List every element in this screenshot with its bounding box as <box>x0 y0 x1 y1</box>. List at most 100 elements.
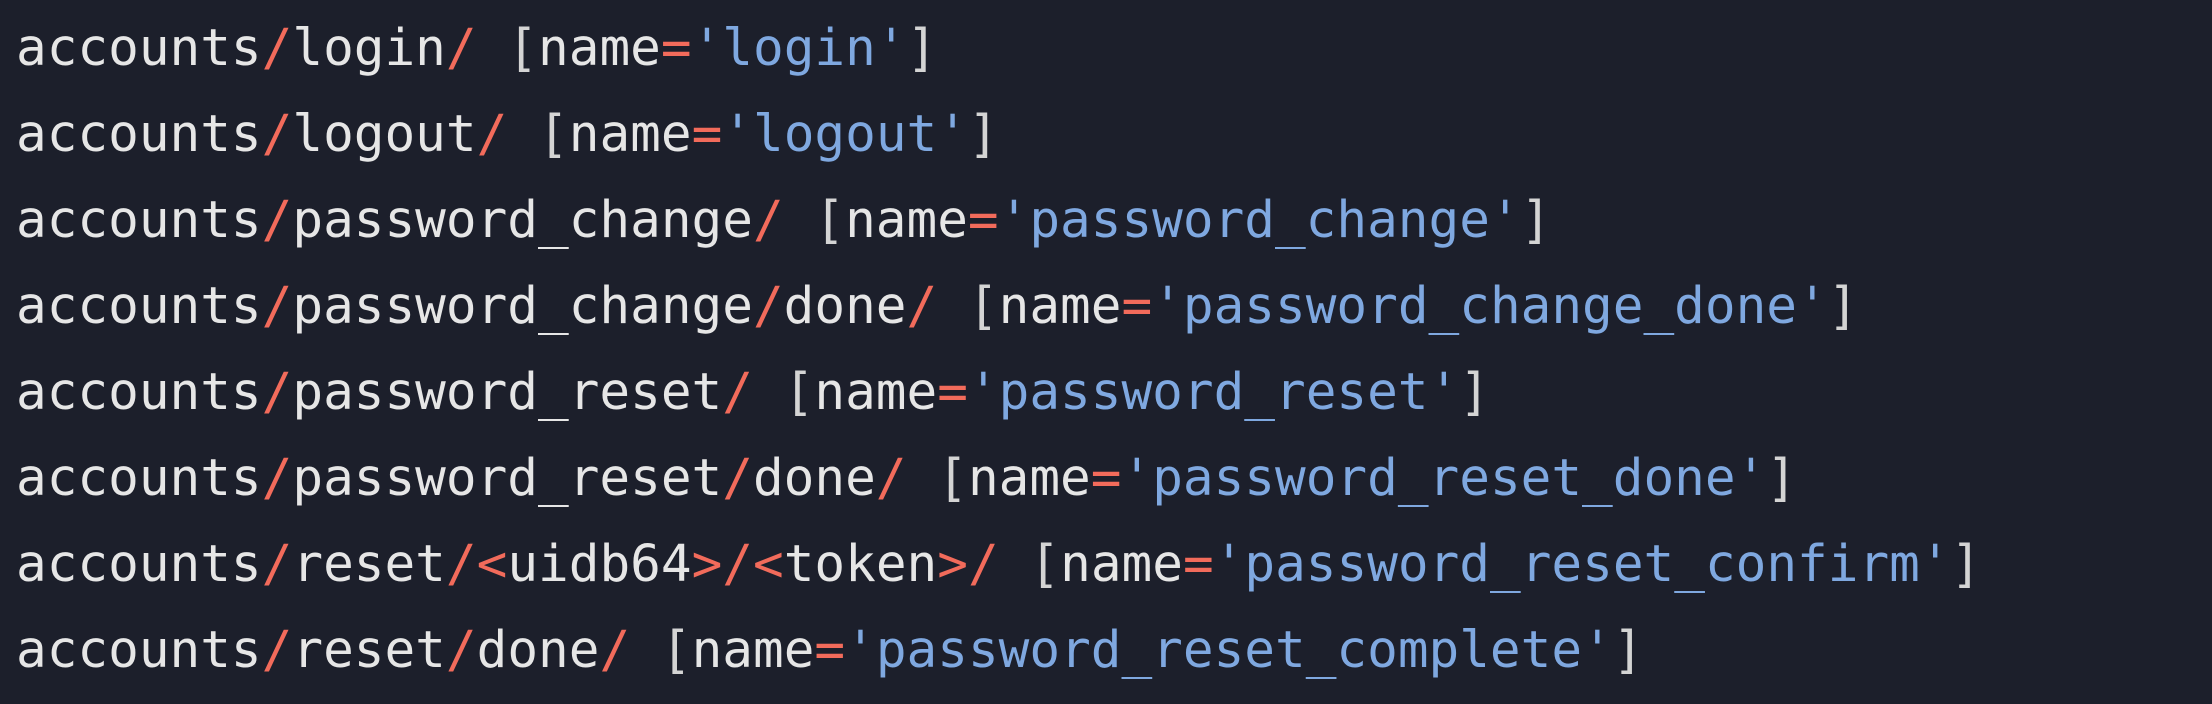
path-segment: done <box>476 621 600 680</box>
slash-separator: / <box>261 105 293 164</box>
path-segment: password_reset <box>292 449 723 508</box>
slash-separator: / <box>445 621 477 680</box>
path-segment: accounts <box>16 105 262 164</box>
bracket: [ <box>507 19 539 78</box>
attribute-key: name <box>691 621 815 680</box>
bracket: [ <box>783 363 815 422</box>
bracket: [ <box>538 105 569 164</box>
slash-separator: / <box>261 535 293 594</box>
slash-separator: / <box>599 621 631 680</box>
attribute-key: name <box>1060 535 1183 594</box>
path-segment <box>753 363 784 422</box>
attribute-key: name <box>967 449 1091 508</box>
path-segment: login <box>292 19 446 78</box>
operator: = <box>814 621 846 680</box>
code-line: accounts/reset/done/ [name='password_res… <box>16 608 2212 694</box>
slash-separator: / <box>261 449 293 508</box>
string-literal: 'login' <box>691 19 907 78</box>
path-segment: accounts <box>16 449 262 508</box>
path-segment: done <box>752 449 876 508</box>
slash-separator: / <box>967 535 999 594</box>
operator: > <box>937 535 968 594</box>
path-segment <box>999 535 1030 594</box>
slash-separator: / <box>906 277 938 336</box>
operator: = <box>967 191 999 250</box>
slash-separator: / <box>752 191 784 250</box>
string-literal: 'password_reset_confirm' <box>1213 535 1951 594</box>
operator: > <box>691 535 723 594</box>
bracket: ] <box>906 19 938 78</box>
bracket: [ <box>967 277 999 336</box>
bracket: [ <box>1029 535 1061 594</box>
path-segment: accounts <box>16 19 262 78</box>
path-segment: reset <box>292 535 446 594</box>
attribute-key: name <box>538 19 661 78</box>
slash-separator: / <box>722 535 753 594</box>
bracket: ] <box>1827 277 1859 336</box>
string-literal: 'password_reset_complete' <box>845 621 1613 680</box>
path-segment <box>784 191 815 250</box>
operator: < <box>476 535 508 594</box>
slash-separator: / <box>261 191 293 250</box>
code-line: accounts/login/ [name='login'] <box>16 6 2212 92</box>
slash-separator: / <box>261 277 293 336</box>
path-segment: accounts <box>16 363 262 422</box>
code-view: accounts/login/ [name='login'] accounts/l… <box>0 0 2212 704</box>
path-segment: logout <box>292 105 477 164</box>
slash-separator: / <box>261 19 293 78</box>
bracket: ] <box>1520 191 1552 250</box>
slash-separator: / <box>261 621 293 680</box>
slash-separator: / <box>722 363 753 422</box>
path-segment: token <box>783 535 938 594</box>
path-segment <box>937 277 968 336</box>
bracket: ] <box>1950 535 1982 594</box>
operator: < <box>753 535 784 594</box>
string-literal: 'password_reset' <box>967 363 1460 422</box>
path-segment <box>630 621 661 680</box>
slash-separator: / <box>445 19 477 78</box>
operator: = <box>937 363 968 422</box>
bracket: ] <box>1766 449 1797 508</box>
operator: = <box>691 105 723 164</box>
bracket: [ <box>660 621 692 680</box>
bracket: [ <box>937 449 968 508</box>
attribute-key: name <box>998 277 1122 336</box>
path-segment: password_reset <box>292 363 723 422</box>
path-segment <box>477 19 508 78</box>
path-segment: password_change <box>292 277 753 336</box>
string-literal: 'password_change' <box>998 191 1521 250</box>
slash-separator: / <box>752 277 784 336</box>
path-segment: uidb64 <box>507 535 692 594</box>
string-literal: 'logout' <box>722 105 968 164</box>
operator: = <box>1090 449 1122 508</box>
path-segment: accounts <box>16 191 262 250</box>
slash-separator: / <box>445 535 477 594</box>
path-segment: accounts <box>16 277 262 336</box>
attribute-key: name <box>568 105 692 164</box>
code-line: accounts/password_reset/done/ [name='pas… <box>16 436 2212 522</box>
string-literal: 'password_reset_done' <box>1121 449 1767 508</box>
code-line: accounts/password_change/done/ [name='pa… <box>16 264 2212 350</box>
path-segment: accounts <box>16 535 262 594</box>
slash-separator: / <box>875 449 907 508</box>
attribute-key: name <box>814 363 938 422</box>
code-line: accounts/logout/ [name='logout'] <box>16 92 2212 178</box>
bracket: ] <box>1612 621 1644 680</box>
bracket: ] <box>1459 363 1490 422</box>
slash-separator: / <box>722 449 753 508</box>
operator: = <box>1182 535 1214 594</box>
string-literal: 'password_change_done' <box>1152 277 1828 336</box>
path-segment <box>907 449 938 508</box>
path-segment: accounts <box>16 621 262 680</box>
code-line: accounts/password_reset/ [name='password… <box>16 350 2212 436</box>
operator: = <box>660 19 692 78</box>
slash-separator: / <box>476 105 508 164</box>
bracket: ] <box>967 105 999 164</box>
operator: = <box>1121 277 1153 336</box>
slash-separator: / <box>261 363 293 422</box>
code-line: accounts/reset/<uidb64>/<token>/ [name='… <box>16 522 2212 608</box>
code-line: accounts/password_change/ [name='passwor… <box>16 178 2212 264</box>
bracket: [ <box>814 191 846 250</box>
attribute-key: name <box>845 191 968 250</box>
path-segment: password_change <box>292 191 753 250</box>
